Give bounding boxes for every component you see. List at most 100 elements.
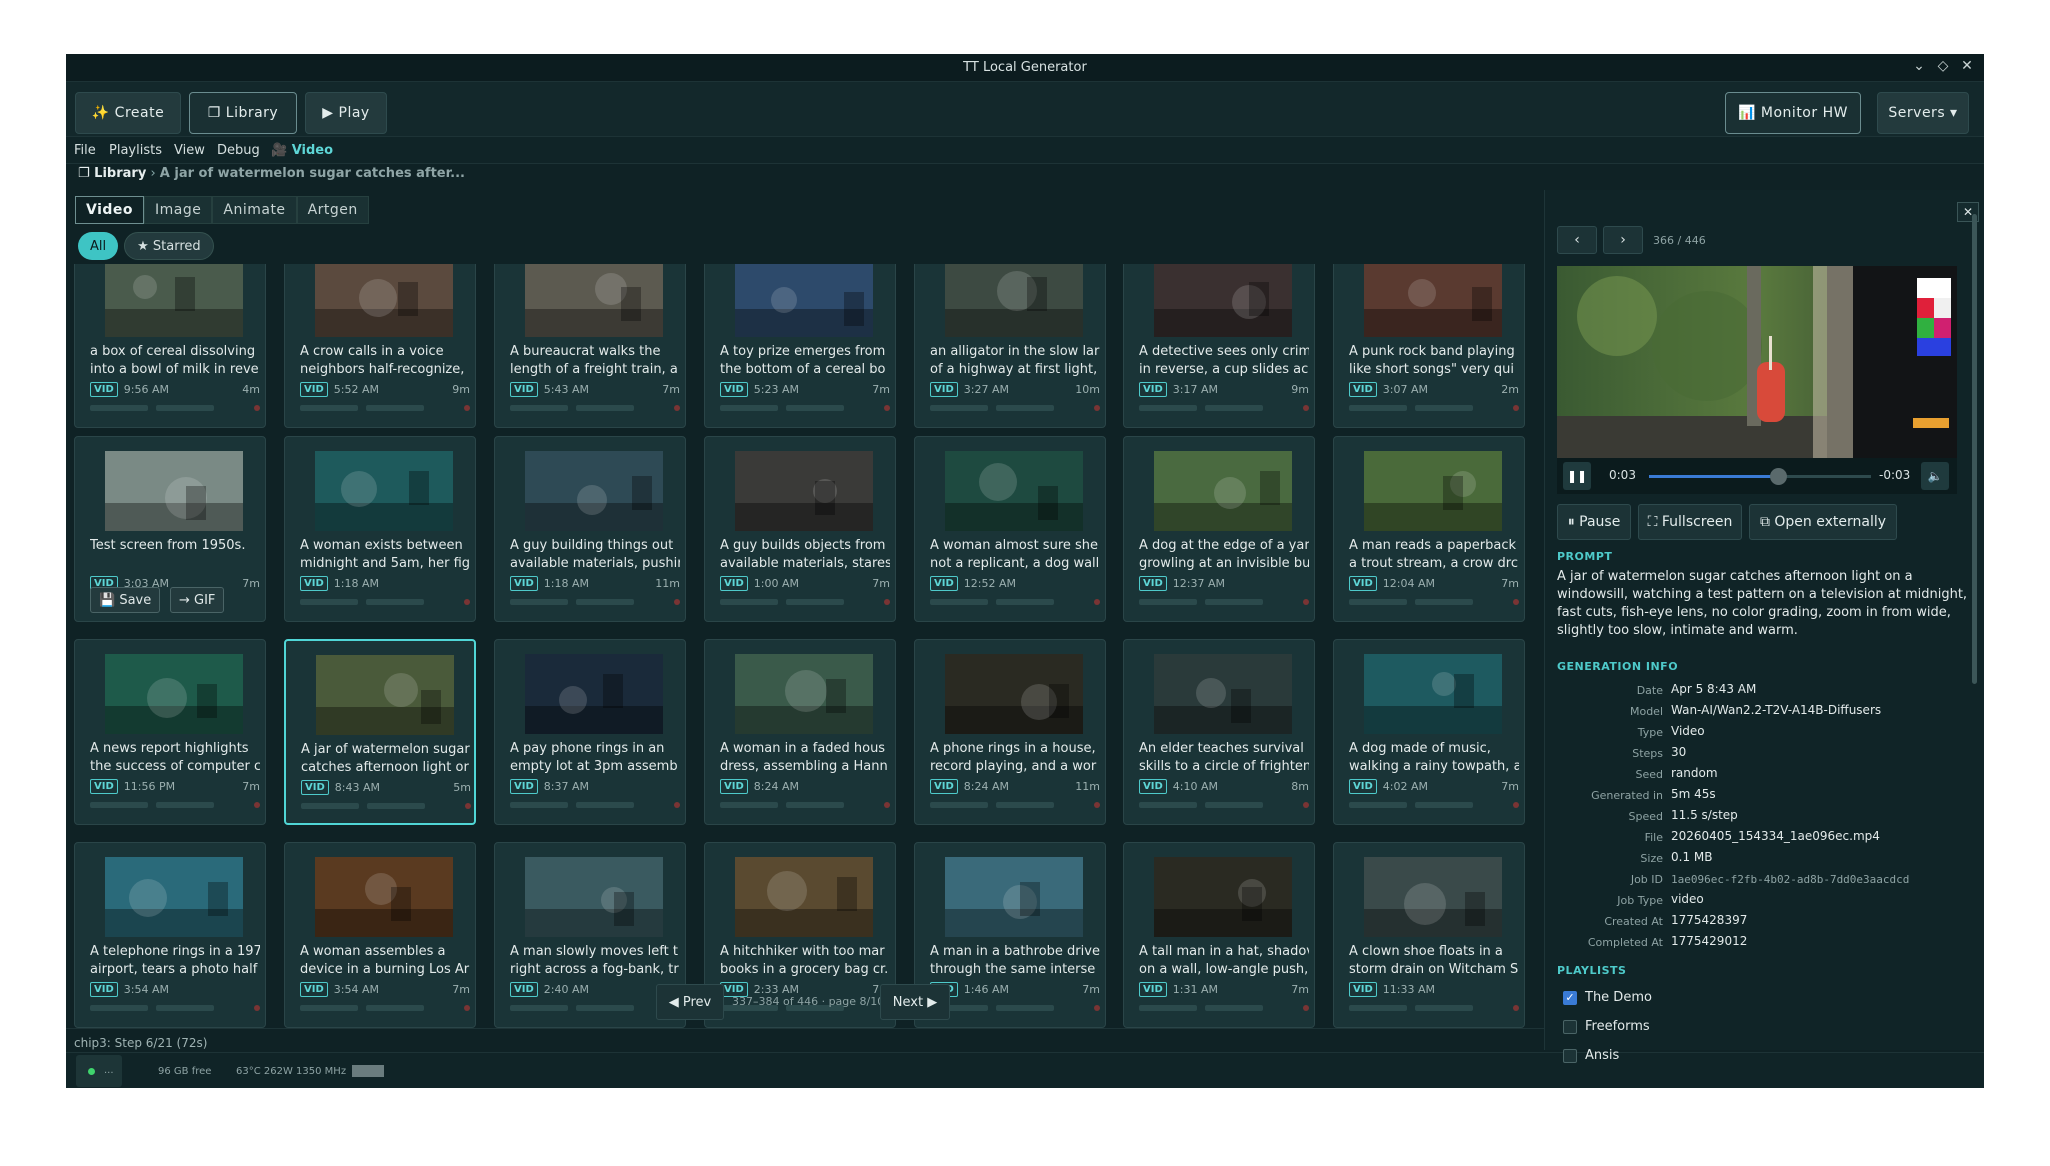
- seek-handle[interactable]: [1769, 468, 1787, 485]
- video-card[interactable]: A tall man in a hat, shadov on a wall, lo…: [1123, 842, 1315, 1028]
- video-thumbnail[interactable]: [735, 264, 873, 337]
- video-card[interactable]: A crow calls in a voice neighbors half-re…: [284, 264, 476, 428]
- video-thumbnail[interactable]: [945, 654, 1083, 734]
- filter-all[interactable]: All: [78, 232, 119, 260]
- action-slot[interactable]: [366, 1005, 424, 1011]
- menu-video[interactable]: 🎥 Video: [271, 143, 333, 158]
- menu-file[interactable]: File: [74, 143, 96, 158]
- play-button[interactable]: ▶ Play: [305, 92, 387, 134]
- delete-dot-icon[interactable]: [1303, 802, 1309, 808]
- library-button[interactable]: ❐ Library: [189, 92, 297, 134]
- action-slot[interactable]: [1415, 1005, 1473, 1011]
- video-card[interactable]: A telephone rings in a 197 airport, tears…: [74, 842, 266, 1028]
- save-button[interactable]: 💾 Save: [90, 587, 161, 613]
- action-slot[interactable]: [510, 405, 568, 411]
- action-slot[interactable]: [1349, 405, 1407, 411]
- delete-dot-icon[interactable]: [1513, 599, 1519, 605]
- playlist-checkbox[interactable]: [1563, 1019, 1577, 1034]
- action-slot[interactable]: [996, 1005, 1054, 1011]
- video-card[interactable]: A guy builds objects from available mater…: [704, 436, 896, 622]
- video-thumbnail[interactable]: [315, 857, 453, 937]
- action-slot[interactable]: [1205, 599, 1263, 605]
- video-thumbnail[interactable]: [316, 655, 454, 735]
- video-card[interactable]: A woman exists between midnight and 5am, …: [284, 436, 476, 622]
- next-item-button[interactable]: ›: [1603, 226, 1643, 254]
- panel-scrollbar[interactable]: [1972, 214, 1977, 684]
- video-thumbnail[interactable]: [735, 857, 873, 937]
- close-window-icon[interactable]: ✕: [1958, 58, 1976, 74]
- action-slot[interactable]: [1139, 405, 1197, 411]
- video-card[interactable]: A toy prize emerges from the bottom of a …: [704, 264, 896, 428]
- video-thumbnail[interactable]: [1154, 857, 1292, 937]
- action-slot[interactable]: [996, 405, 1054, 411]
- gif-button[interactable]: → GIF: [170, 587, 225, 613]
- video-card[interactable]: A jar of watermelon sugar catches afterno…: [284, 639, 476, 825]
- video-thumbnail[interactable]: [1154, 264, 1292, 337]
- video-card[interactable]: A bureaucrat walks the length of a freigh…: [494, 264, 686, 428]
- video-thumbnail[interactable]: [735, 654, 873, 734]
- delete-dot-icon[interactable]: [254, 405, 260, 411]
- delete-dot-icon[interactable]: [464, 599, 470, 605]
- video-player[interactable]: [1557, 266, 1957, 458]
- video-thumbnail[interactable]: [735, 451, 873, 531]
- breadcrumb-library[interactable]: ❐ Library: [78, 166, 146, 181]
- video-thumbnail[interactable]: [525, 654, 663, 734]
- pause-icon[interactable]: ❚❚: [1563, 462, 1591, 490]
- maximize-icon[interactable]: ◇: [1934, 58, 1952, 74]
- filter-starred[interactable]: ★ Starred: [124, 232, 214, 260]
- delete-dot-icon[interactable]: [1094, 405, 1100, 411]
- video-thumbnail[interactable]: [945, 264, 1083, 337]
- seek-track[interactable]: [1649, 468, 1871, 485]
- delete-dot-icon[interactable]: [1513, 1005, 1519, 1011]
- video-card[interactable]: A detective sees only crim in reverse, a …: [1123, 264, 1315, 428]
- video-thumbnail[interactable]: [945, 451, 1083, 531]
- delete-dot-icon[interactable]: [674, 802, 680, 808]
- delete-dot-icon[interactable]: [1094, 1005, 1100, 1011]
- tab-artgen[interactable]: Artgen: [296, 196, 369, 224]
- action-slot[interactable]: [720, 405, 778, 411]
- action-slot[interactable]: [156, 802, 214, 808]
- minimize-icon[interactable]: ⌄: [1910, 58, 1928, 74]
- action-slot[interactable]: [786, 802, 844, 808]
- video-card[interactable]: A dog at the edge of a yar growling at an…: [1123, 436, 1315, 622]
- menu-debug[interactable]: Debug: [217, 143, 260, 158]
- video-thumbnail[interactable]: [1154, 654, 1292, 734]
- action-slot[interactable]: [510, 599, 568, 605]
- delete-dot-icon[interactable]: [464, 405, 470, 411]
- video-card[interactable]: A dog made of music, walking a rainy towp…: [1333, 639, 1525, 825]
- playlist-item[interactable]: ✓ The Demo: [1563, 990, 1652, 1005]
- delete-dot-icon[interactable]: [1513, 802, 1519, 808]
- delete-dot-icon[interactable]: [884, 599, 890, 605]
- video-thumbnail[interactable]: [525, 857, 663, 937]
- action-slot[interactable]: [576, 405, 634, 411]
- action-slot[interactable]: [576, 1005, 634, 1011]
- action-slot[interactable]: [1349, 802, 1407, 808]
- video-card[interactable]: A guy building things out available mater…: [494, 436, 686, 622]
- action-slot[interactable]: [786, 599, 844, 605]
- volume-icon[interactable]: 🔈: [1921, 462, 1949, 490]
- video-thumbnail[interactable]: [945, 857, 1083, 937]
- action-slot[interactable]: [1415, 802, 1473, 808]
- action-slot[interactable]: [930, 405, 988, 411]
- video-card[interactable]: A phone rings in a house, record playing,…: [914, 639, 1106, 825]
- video-card[interactable]: A woman assembles a device in a burning L…: [284, 842, 476, 1028]
- next-page-button[interactable]: Next ▶: [880, 984, 950, 1020]
- delete-dot-icon[interactable]: [1094, 802, 1100, 808]
- action-slot[interactable]: [930, 802, 988, 808]
- servers-dropdown[interactable]: Servers ▾: [1877, 92, 1969, 134]
- playlist-checkbox[interactable]: [1563, 1048, 1577, 1063]
- action-slot[interactable]: [300, 405, 358, 411]
- action-slot[interactable]: [1415, 599, 1473, 605]
- video-card[interactable]: A man reads a paperback a trout stream, a…: [1333, 436, 1525, 622]
- delete-dot-icon[interactable]: [254, 802, 260, 808]
- action-slot[interactable]: [1349, 599, 1407, 605]
- video-card[interactable]: an alligator in the slow lar of a highway…: [914, 264, 1106, 428]
- video-thumbnail[interactable]: [1364, 264, 1502, 337]
- action-slot[interactable]: [301, 803, 359, 809]
- video-thumbnail[interactable]: [105, 857, 243, 937]
- video-thumbnail[interactable]: [525, 451, 663, 531]
- delete-dot-icon[interactable]: [1303, 1005, 1309, 1011]
- playlist-checkbox[interactable]: ✓: [1563, 990, 1577, 1005]
- video-thumbnail[interactable]: [1364, 654, 1502, 734]
- video-thumbnail[interactable]: [315, 264, 453, 337]
